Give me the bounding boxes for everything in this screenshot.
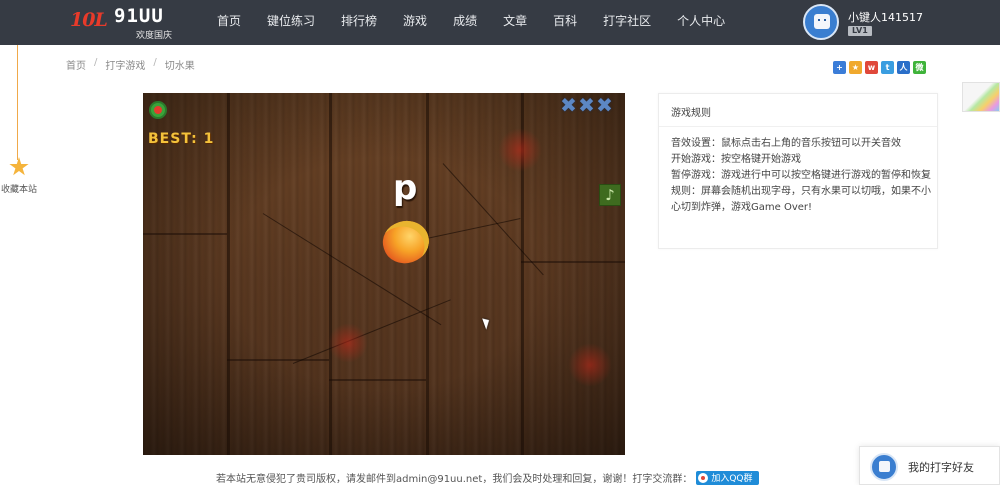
wood-plank-seam (426, 93, 429, 455)
wood-crack (227, 359, 329, 361)
site-logo[interactable]: 10L 91UU 欢度国庆 (70, 5, 190, 41)
wood-crack (521, 261, 625, 263)
wood-crack (143, 233, 227, 235)
miss-x-icon: ✖ (578, 93, 595, 117)
footer-copyright-text: 若本站无意侵犯了贵司版权，请发邮件到admin@91uu.net，我们会及时处理… (216, 474, 693, 485)
wood-plank-seam (329, 93, 332, 455)
target-letter: p (393, 168, 418, 208)
nav-games[interactable]: 游戏 (390, 0, 440, 45)
top-nav-bar: 10L 91UU 欢度国庆 首页 键位练习 排行榜 游戏 成绩 文章 百科 打字… (0, 0, 1000, 45)
wood-plank-seam (227, 93, 230, 455)
logo-subtitle: 欢度国庆 (136, 31, 173, 41)
breadcrumb-separator: / (153, 57, 157, 68)
share-renren-icon[interactable]: 人 (897, 61, 910, 74)
friends-avatar (870, 453, 898, 481)
logo-mark: 10L (70, 9, 108, 31)
typing-friends-widget[interactable]: 我的打字好友 (859, 446, 1000, 485)
share-tencent-icon[interactable]: t (881, 61, 894, 74)
nav-home[interactable]: 首页 (204, 0, 254, 45)
user-name[interactable]: 小键人141517 (848, 9, 923, 25)
rule-general: 规则：屏幕会随机出现字母，只有水果可以切哦，如果不小心切到炸弹，游戏Game O… (671, 186, 931, 213)
nav-profile[interactable]: 个人中心 (664, 0, 738, 45)
rules-body: 音效设置：鼠标点击右上角的音乐按钮可以开关音效 开始游戏：按空格键开始游戏 暂停… (671, 136, 931, 216)
left-rail-line (17, 45, 18, 160)
music-toggle-icon[interactable]: ♪ (599, 184, 621, 206)
blade-scratch (442, 163, 544, 276)
share-wechat-icon[interactable]: 微 (913, 61, 926, 74)
nav-articles[interactable]: 文章 (490, 0, 540, 45)
qq-penguin-icon (698, 472, 709, 483)
share-plus-icon[interactable]: + (833, 61, 846, 74)
miss-x-icon: ✖ (596, 93, 613, 117)
breadcrumb-typing-games[interactable]: 打字游戏 (105, 57, 145, 72)
juice-splash (498, 128, 542, 172)
share-icons: + ★ w t 人微 (833, 61, 926, 74)
user-level-badge: LV1 (848, 26, 872, 36)
mouse-cursor-icon (482, 316, 492, 330)
miss-x-icon: ✖ (560, 93, 577, 117)
fruit-game-canvas[interactable]: BEST: 1 ✖ ✖ ✖ ♪ p (143, 93, 625, 455)
friends-label: 我的打字好友 (908, 461, 974, 474)
juice-splash (568, 343, 612, 387)
join-qq-group-label: 加入QQ群 (711, 474, 753, 484)
best-score-label: BEST: (148, 131, 198, 147)
lives-indicator: ✖ ✖ ✖ (560, 93, 613, 117)
corner-promo-badge[interactable] (962, 82, 1000, 112)
share-weibo-icon[interactable]: w (865, 61, 878, 74)
wood-crack (329, 379, 426, 381)
breadcrumb-separator: / (94, 57, 98, 68)
favorite-site-button[interactable]: 收藏本站 (0, 157, 38, 195)
favorite-label: 收藏本站 (0, 185, 37, 195)
star-icon (9, 157, 29, 176)
breadcrumb-current: 切水果 (164, 61, 195, 72)
nav-wiki[interactable]: 百科 (540, 0, 590, 45)
logo-brand: 91UU (114, 5, 164, 27)
join-qq-group-button[interactable]: 加入QQ群 (696, 470, 759, 485)
rule-start: 开始游戏：按空格键开始游戏 (671, 154, 801, 165)
share-qzone-icon[interactable]: ★ (849, 61, 862, 74)
user-avatar[interactable] (803, 4, 839, 40)
nav-scores[interactable]: 成绩 (440, 0, 490, 45)
rules-title: 游戏规则 (671, 108, 711, 119)
game-rules-panel: 游戏规则 音效设置：鼠标点击右上角的音乐按钮可以开关音效 开始游戏：按空格键开始… (658, 93, 938, 249)
nav-community[interactable]: 打字社区 (590, 0, 664, 45)
rules-divider (659, 126, 937, 127)
rule-pause: 暂停游戏：游戏进行中可以按空格键进行游戏的暂停和恢复 (671, 170, 931, 181)
best-score-value: 1 (203, 131, 215, 147)
nav-key-practice[interactable]: 键位练习 (254, 0, 328, 45)
rule-sound: 音效设置：鼠标点击右上角的音乐按钮可以开关音效 (671, 138, 901, 149)
best-score: BEST: 1 (148, 131, 214, 147)
watermelon-icon (149, 101, 167, 119)
breadcrumb-home[interactable]: 首页 (66, 57, 86, 72)
main-nav: 首页 键位练习 排行榜 游戏 成绩 文章 百科 打字社区 个人中心 (204, 0, 738, 45)
juice-splash (328, 323, 368, 363)
breadcrumb: 首页 / 打字游戏 / 切水果 (66, 57, 195, 72)
nav-ranking[interactable]: 排行榜 (328, 0, 390, 45)
